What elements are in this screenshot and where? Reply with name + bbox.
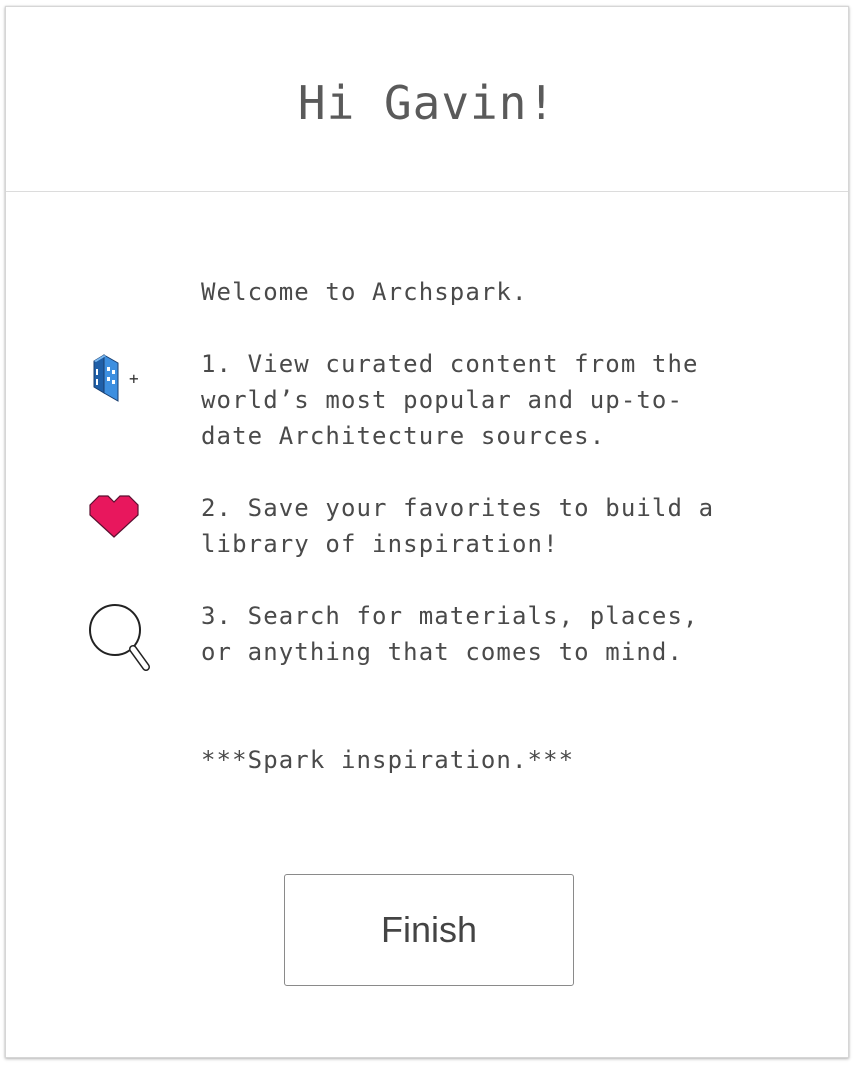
step-3-line-2: or anything that comes to mind.	[201, 638, 684, 666]
welcome-text: Welcome to Archspark.	[201, 278, 528, 306]
building-plus-icon	[90, 351, 150, 403]
step-2-line-2: library of inspiration!	[201, 530, 559, 558]
heart-icon	[89, 493, 139, 539]
step-3-line-1: 3. Search for materials, places,	[201, 602, 699, 630]
dialog-header: Hi Gavin!	[6, 7, 848, 192]
step-1-line-3: date Architecture sources.	[201, 422, 606, 450]
tagline: ***Spark inspiration.***	[201, 746, 575, 774]
step-1-line-2: world’s most popular and up-to-	[201, 386, 684, 414]
finish-button[interactable]: Finish	[284, 874, 574, 986]
greeting-title: Hi Gavin!	[297, 76, 557, 130]
step-2-line-1: 2. Save your favorites to build a	[201, 494, 715, 522]
plus-icon: +	[129, 369, 139, 388]
welcome-dialog: Hi Gavin! Welcome to Archspark. + 1. Vie…	[5, 6, 849, 1058]
step-1-line-1: 1. View curated content from the	[201, 350, 699, 378]
search-icon	[88, 603, 154, 673]
